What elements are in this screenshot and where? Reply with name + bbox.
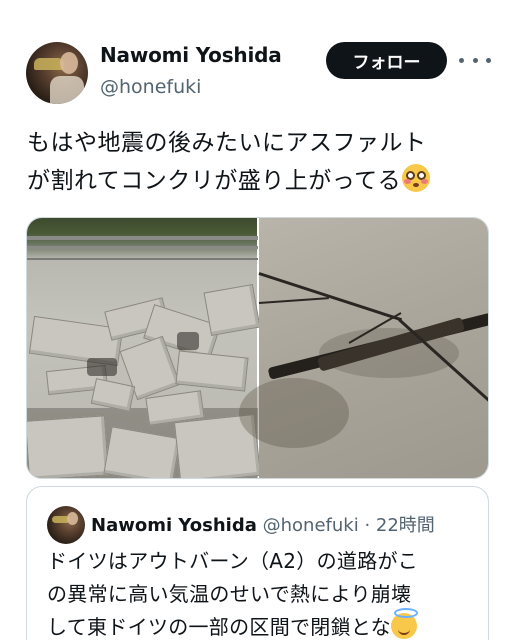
meta-separator: · — [364, 515, 371, 536]
cracked-asphalt-photo[interactable] — [239, 218, 488, 478]
tweet-text-line: が割れてコンクリが盛り上がってる — [27, 162, 497, 200]
author-display-name[interactable]: Nawomi Yoshida — [100, 43, 282, 67]
quoted-author-avatar — [47, 506, 85, 544]
crumbled-highway-photo[interactable] — [27, 218, 262, 478]
quoted-tweet-meta: Nawomi Yoshida @honefuki · 22時間 — [91, 511, 435, 537]
author-handle[interactable]: @honefuki — [100, 76, 201, 98]
smiling-face-with-halo-icon — [390, 608, 418, 639]
quoted-tweet[interactable]: Nawomi Yoshida @honefuki · 22時間 ドイツはアウトバ… — [26, 486, 489, 640]
quoted-text-line: ドイツはアウトバーン（A2）の道路がこ — [47, 549, 419, 573]
quoted-tweet-text: ドイツはアウトバーン（A2）の道路がこ の異常に高い気温のせいで熱により崩壊 し… — [47, 545, 477, 640]
follow-button[interactable]: フォロー — [326, 42, 447, 79]
tweet-media[interactable] — [26, 217, 489, 479]
tweet-text-line: もはや地震の後みたいにアスファルト — [27, 130, 427, 156]
quoted-text-line: して東ドイツの一部の区間で閉鎖とな — [47, 608, 477, 640]
author-avatar[interactable] — [26, 42, 88, 104]
quoted-author-handle: @honefuki — [262, 515, 359, 536]
tweet-header: Nawomi Yoshida @honefuki フォロー — [0, 0, 515, 120]
quoted-timestamp: 22時間 — [375, 515, 435, 536]
more-options-icon[interactable] — [459, 51, 491, 69]
quoted-text-line: の異常に高い気温のせいで熱により崩壊 — [47, 582, 412, 606]
tweet-text: もはや地震の後みたいにアスファルト が割れてコンクリが盛り上がってる — [27, 124, 497, 200]
quoted-author-name: Nawomi Yoshida — [91, 515, 257, 536]
flushed-face-emoji-icon — [402, 164, 431, 192]
